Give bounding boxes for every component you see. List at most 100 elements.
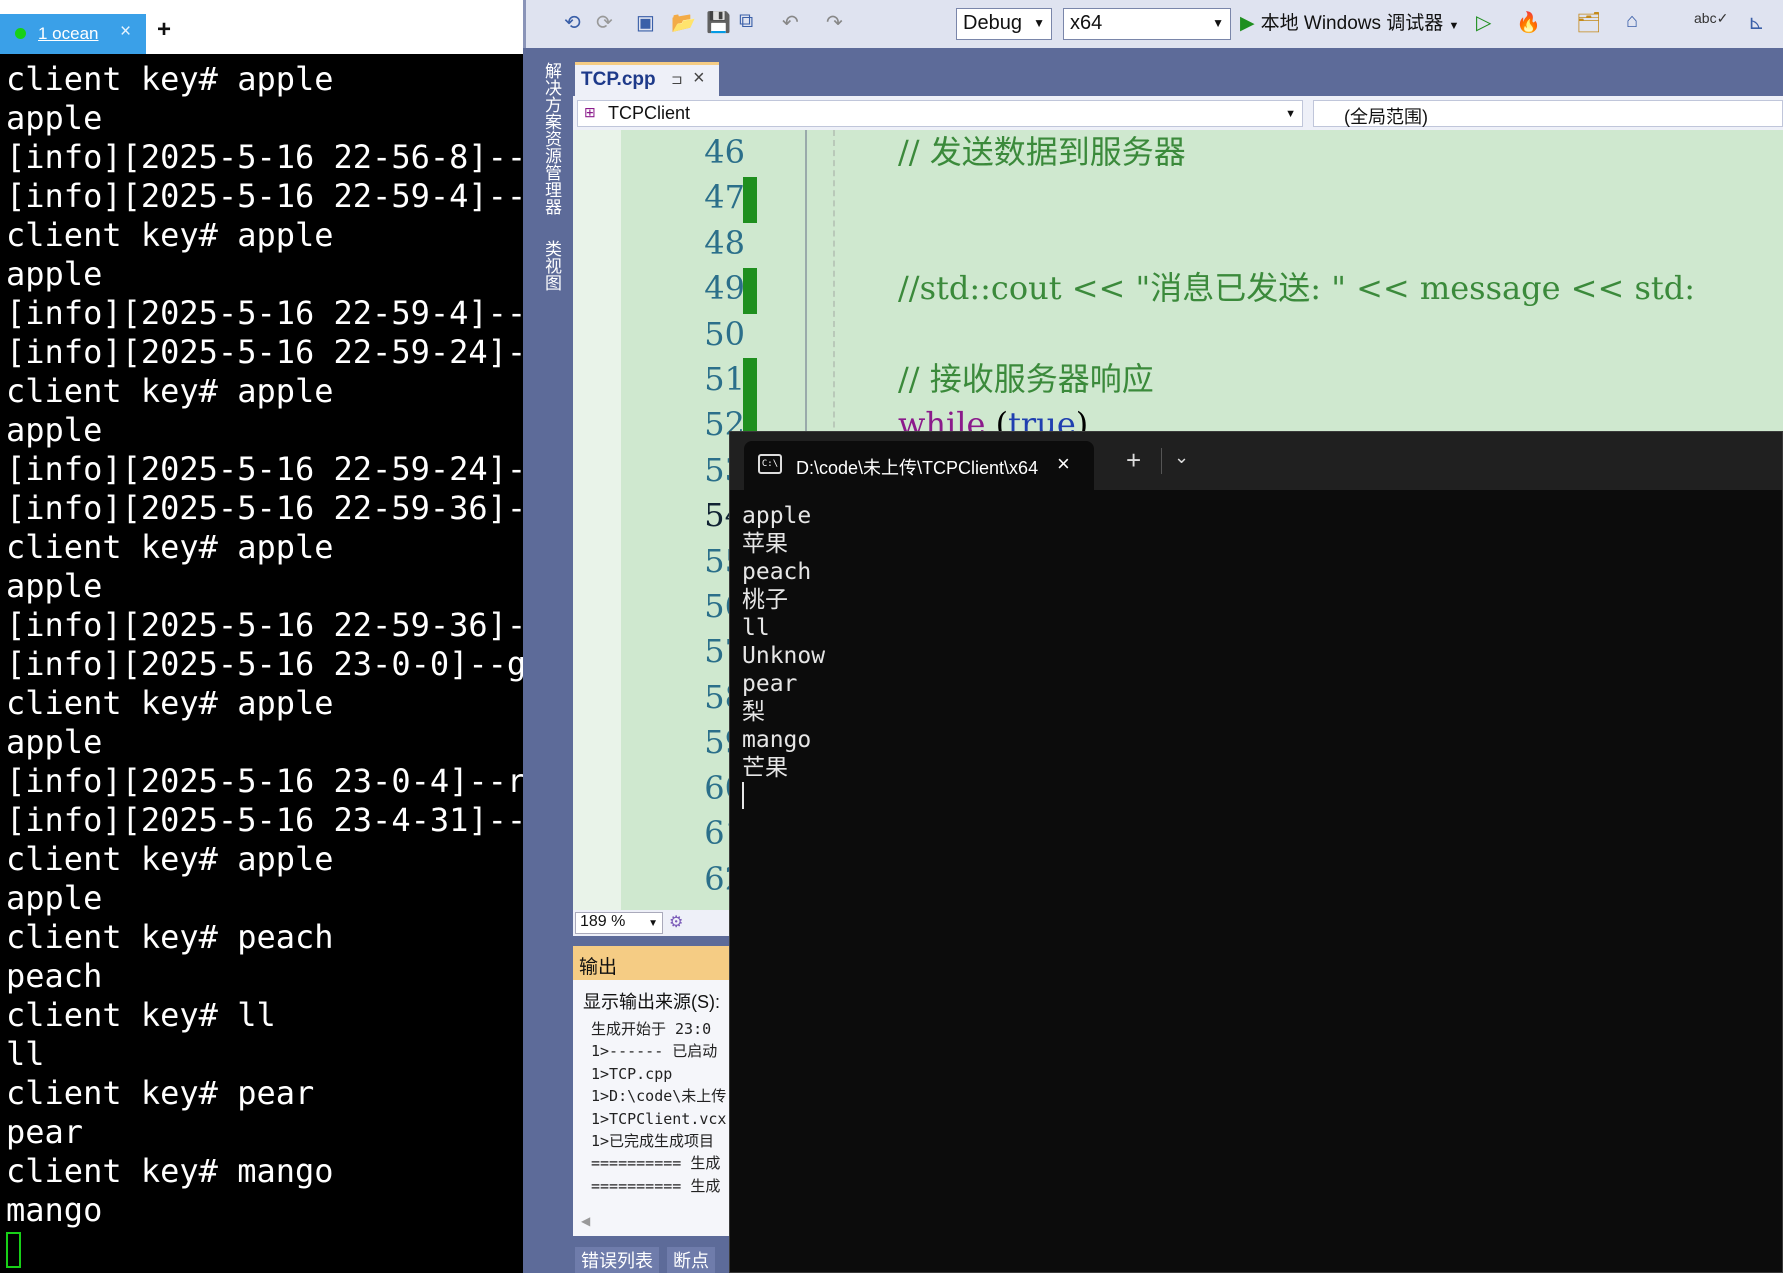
- output-line: 1>TCPClient.vcx: [591, 1109, 727, 1128]
- terminal-line: [info][2025-5-16 22-59-24]-: [6, 450, 523, 488]
- hot-reload-icon[interactable]: 🔥: [1516, 10, 1541, 35]
- console-line: ll: [742, 615, 770, 641]
- output-line: 1>TCP.cpp: [591, 1064, 673, 1083]
- terminal-line: ll: [6, 1035, 45, 1073]
- redo-icon[interactable]: ↷: [826, 10, 843, 35]
- line-number: 51: [704, 360, 745, 399]
- error-list-tab[interactable]: 错误列表: [575, 1247, 659, 1273]
- terminal-line: peach: [6, 957, 103, 995]
- breakpoints-tab[interactable]: 断点: [667, 1247, 715, 1273]
- terminal-line: [info][2025-5-16 22-59-4]--: [6, 294, 523, 332]
- console-line: 芒果: [742, 755, 788, 781]
- chevron-down-icon[interactable]: ⌄: [1174, 447, 1189, 468]
- solution-explorer-tab[interactable]: 解决方案资源管理器: [539, 62, 564, 215]
- undo-icon[interactable]: ↶: [782, 10, 799, 35]
- output-text[interactable]: 生成开始于 23:0 1>------ 已启动 1>TCP.cpp 1>D:\code…: [591, 1018, 726, 1197]
- terminal-line: client key# apple: [6, 216, 334, 254]
- start-debugging-button[interactable]: ▶ 本地 Windows 调试器 ▼: [1240, 8, 1459, 35]
- divider: [1161, 448, 1162, 474]
- console-line: pear: [742, 671, 798, 697]
- zoom-level-value: 189 %: [580, 913, 626, 930]
- spell-check-icon[interactable]: abc✓: [1694, 10, 1728, 27]
- navigate-back-icon[interactable]: ⟲: [564, 10, 581, 35]
- class-combo-value: TCPClient: [608, 103, 691, 123]
- solution-platform-combo[interactable]: x64 ▼: [1063, 8, 1231, 40]
- terminal-line: client key# apple: [6, 684, 334, 722]
- close-tab-icon[interactable]: ×: [120, 21, 131, 43]
- terminal-line: client key# peach: [6, 918, 334, 956]
- terminal-line: [info][2025-5-16 23-4-31]--: [6, 801, 523, 839]
- terminal-line: client key# apple: [6, 372, 334, 410]
- console-line: 苹果: [742, 531, 788, 557]
- console-window[interactable]: C:\ D:\code\未上传\TCPClient\x64 × + ⌄ appl…: [729, 431, 1783, 1273]
- console-tab[interactable]: C:\ D:\code\未上传\TCPClient\x64 ×: [744, 441, 1094, 490]
- close-icon[interactable]: ×: [1057, 451, 1070, 477]
- save-icon[interactable]: 💾: [706, 10, 731, 35]
- indicator-margin[interactable]: [573, 130, 621, 910]
- console-line: 桃子: [742, 587, 788, 613]
- terminal-tab-label: 1 ocean: [38, 24, 99, 43]
- console-line: Unknow: [742, 643, 826, 669]
- terminal-line: apple: [6, 255, 103, 293]
- new-item-icon[interactable]: ▣: [636, 10, 655, 35]
- format-icon[interactable]: ⊾: [1748, 10, 1765, 35]
- chevron-down-icon: ▼: [1212, 16, 1224, 30]
- console-line: 梨: [742, 699, 765, 725]
- output-line: 1>------ 已启动: [591, 1042, 718, 1061]
- terminal-output[interactable]: client key# apple apple [info][2025-5-16 2…: [6, 60, 523, 1268]
- class-combo[interactable]: ⊞ TCPClient ▼: [577, 100, 1303, 127]
- new-tab-button[interactable]: +: [1126, 445, 1141, 476]
- console-app-icon: C:\: [758, 454, 782, 474]
- scroll-left-icon[interactable]: ◀: [581, 1214, 590, 1228]
- class-view-tab[interactable]: 类视图: [539, 240, 564, 291]
- terminal-line: mango: [6, 1191, 103, 1229]
- zoom-level-combo[interactable]: 189 % ▼: [575, 912, 663, 934]
- change-marker: [743, 268, 757, 314]
- new-tab-button[interactable]: +: [157, 16, 171, 44]
- standard-toolbar: ⟲ ⟳ ▣ 📂 💾 ⧉ ↶ ↷ Debug ▼ x64 ▼ ▶ 本地 Windows …: [523, 0, 1783, 48]
- issues-icon[interactable]: ⚙: [669, 912, 683, 932]
- output-line: ========== 生成: [591, 1154, 721, 1173]
- find-in-files-icon[interactable]: 🗂: [1576, 10, 1601, 35]
- solution-configuration-combo[interactable]: Debug ▼: [956, 8, 1052, 40]
- start-without-debugging-icon[interactable]: ▷: [1476, 10, 1491, 35]
- play-icon: ▶: [1240, 13, 1255, 34]
- layout-icon[interactable]: ⌂: [1626, 10, 1638, 33]
- output-line: ========== 生成: [591, 1176, 721, 1195]
- open-file-icon[interactable]: 📂: [671, 10, 696, 35]
- code-line-46: // 发送数据到服务器: [898, 133, 1186, 171]
- code-text[interactable]: // 发送数据到服务器 //std::cout << "消息已发送: " << …: [898, 130, 1695, 448]
- save-all-icon[interactable]: ⧉: [739, 10, 753, 33]
- terminal-line: apple: [6, 411, 103, 449]
- document-tab-label: TCP.cpp: [581, 69, 656, 90]
- ssh-terminal-window[interactable]: 1 ocean × + client key# apple apple [info]…: [0, 0, 523, 1273]
- terminal-tab-ocean[interactable]: 1 ocean ×: [0, 14, 146, 54]
- console-cursor: [742, 782, 744, 809]
- console-tab-title: D:\code\未上传\TCPClient\x64: [796, 458, 1039, 478]
- terminal-line: client key# mango: [6, 1152, 334, 1190]
- terminal-line: client key# ll: [6, 996, 276, 1034]
- terminal-line: client key# apple: [6, 528, 334, 566]
- terminal-cursor: [6, 1232, 21, 1268]
- chevron-down-icon: ▼: [1448, 20, 1460, 32]
- navigate-forward-icon[interactable]: ⟳: [596, 10, 613, 35]
- scope-combo[interactable]: (全局范围): [1313, 100, 1783, 127]
- close-icon[interactable]: ×: [693, 67, 705, 90]
- line-number: 49: [704, 269, 745, 308]
- connected-status-icon: [15, 28, 26, 39]
- console-output[interactable]: apple 苹果 peach 桃子 ll Unknow pear 梨 mango 芒果: [742, 502, 825, 809]
- pin-icon[interactable]: ⊐: [671, 71, 683, 88]
- console-line: peach: [742, 559, 812, 585]
- terminal-tab-bar: 1 ocean × +: [0, 0, 523, 54]
- output-line: 1>D:\code\未上传: [591, 1087, 727, 1106]
- scope-combo-value: (全局范围): [1344, 107, 1428, 127]
- output-line: 1>已完成生成项目: [591, 1132, 715, 1151]
- line-number: 46: [704, 133, 745, 171]
- console-line: mango: [742, 727, 812, 753]
- terminal-line: [info][2025-5-16 22-59-36]-: [6, 489, 523, 527]
- document-tab-tcp-cpp[interactable]: TCP.cpp ⊐ ×: [575, 62, 719, 96]
- document-tab-bar: TCP.cpp ⊐ ×: [573, 62, 1783, 96]
